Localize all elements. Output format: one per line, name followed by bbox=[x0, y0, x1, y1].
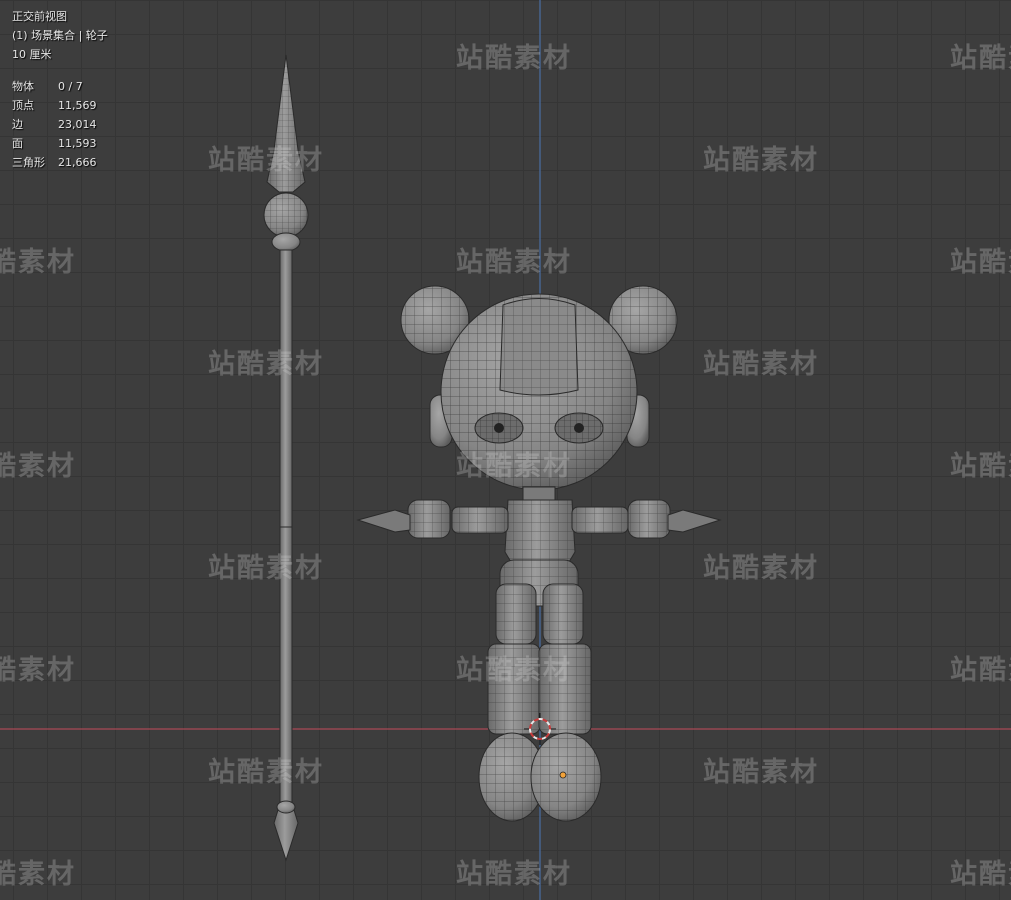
scene-statistics: 物体 0 / 7 顶点 11,569 边 23,014 面 11,593 三角形 21,6… bbox=[12, 77, 97, 172]
watermark: 站酷素材 bbox=[208, 145, 324, 176]
watermark: 站酷素材 bbox=[950, 859, 1011, 890]
stat-row-objects: 物体 0 / 7 bbox=[12, 77, 97, 96]
watermark: 站酷素材 bbox=[0, 247, 76, 278]
view-name-label: 正交前视图 bbox=[12, 10, 67, 23]
watermark: 站酷素材 bbox=[208, 553, 324, 584]
watermark: 站酷素材 bbox=[0, 451, 76, 482]
stat-label: 物体 bbox=[12, 80, 34, 93]
watermark: 站酷素材 bbox=[456, 43, 572, 74]
watermark: 站酷素材 bbox=[950, 655, 1011, 686]
watermark: 站酷素材 bbox=[0, 655, 76, 686]
watermark: 站酷素材 bbox=[950, 247, 1011, 278]
stat-value: 0 / 7 bbox=[58, 80, 83, 93]
watermark: 站酷素材 bbox=[703, 145, 819, 176]
watermark: 站酷素材 bbox=[950, 43, 1011, 74]
stat-value: 11,593 bbox=[58, 137, 97, 150]
watermark: 站酷素材 bbox=[456, 451, 572, 482]
watermark: 站酷素材 bbox=[703, 757, 819, 788]
stat-label: 边 bbox=[12, 118, 23, 131]
stat-value: 11,569 bbox=[58, 99, 97, 112]
3d-viewport[interactable]: 站酷素材 站酷素材 站酷素材 站酷素材 站酷素材 站酷素材 站酷素材 站酷素材 … bbox=[0, 0, 1011, 900]
watermark: 站酷素材 bbox=[456, 859, 572, 890]
stat-label: 面 bbox=[12, 137, 23, 150]
stat-row-triangles: 三角形 21,666 bbox=[12, 153, 97, 172]
watermark: 站酷素材 bbox=[456, 655, 572, 686]
stat-value: 23,014 bbox=[58, 118, 97, 131]
watermark: 站酷素材 bbox=[950, 451, 1011, 482]
character-mesh[interactable] bbox=[356, 285, 722, 822]
object-origin-icon bbox=[559, 771, 567, 779]
collection-label: (1) 场景集合 | 轮子 bbox=[12, 29, 108, 42]
stat-row-edges: 边 23,014 bbox=[12, 115, 97, 134]
watermark: 站酷素材 bbox=[703, 553, 819, 584]
watermark: 站酷素材 bbox=[703, 349, 819, 380]
stat-row-faces: 面 11,593 bbox=[12, 134, 97, 153]
watermark: 站酷素材 bbox=[0, 859, 76, 890]
stat-label: 三角形 bbox=[12, 156, 45, 169]
watermark: 站酷素材 bbox=[208, 757, 324, 788]
stat-label: 顶点 bbox=[12, 99, 34, 112]
watermark: 站酷素材 bbox=[456, 247, 572, 278]
grid-scale-label: 10 厘米 bbox=[12, 48, 52, 61]
watermark: 站酷素材 bbox=[208, 349, 324, 380]
stat-value: 21,666 bbox=[58, 156, 97, 169]
stat-row-vertices: 顶点 11,569 bbox=[12, 96, 97, 115]
